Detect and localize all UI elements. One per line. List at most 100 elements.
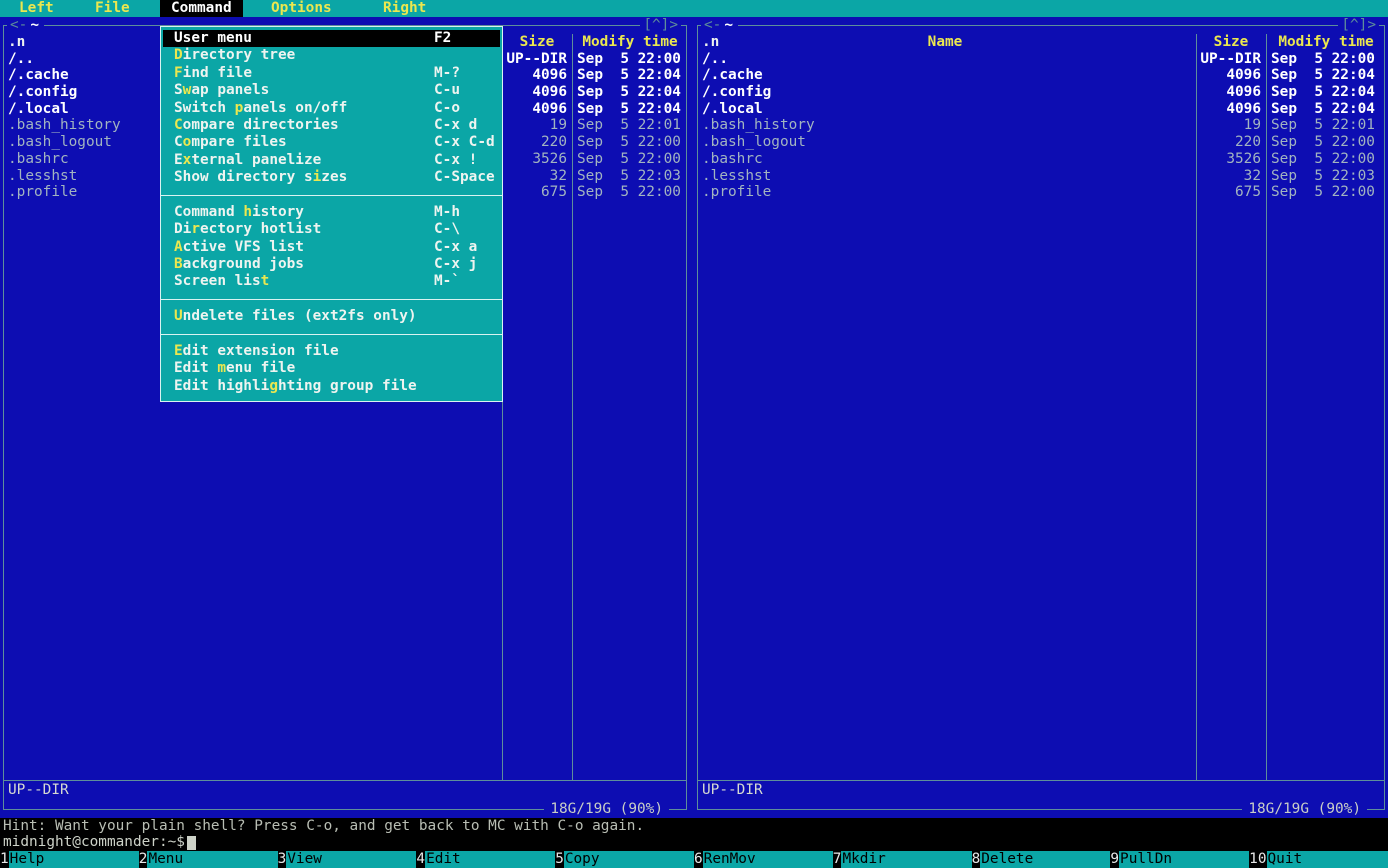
file-name: .lesshst bbox=[694, 168, 1196, 185]
file-row[interactable]: /..UP--DIRSep 5 22:00 bbox=[694, 51, 1388, 68]
menubar-item-command[interactable]: Command bbox=[160, 0, 243, 17]
frame-line bbox=[3, 809, 544, 810]
fkey-8-delete[interactable]: 8Delete bbox=[972, 851, 1111, 868]
file-row[interactable]: .profile675Sep 5 22:00 bbox=[694, 184, 1388, 201]
fkey-label: RenMov bbox=[703, 851, 833, 868]
menubar-item-left[interactable]: Left bbox=[8, 0, 65, 17]
fkey-7-mkdir[interactable]: 7Mkdir bbox=[833, 851, 972, 868]
hotkey-letter: t bbox=[261, 273, 270, 289]
up-directory-icon[interactable]: [^]> bbox=[640, 17, 681, 34]
menu-item-label: Edit highlighting group file bbox=[174, 378, 417, 394]
file-row[interactable]: .bash_history19Sep 5 22:01 bbox=[694, 117, 1388, 134]
file-row[interactable]: /.config4096Sep 5 22:04 bbox=[694, 84, 1388, 101]
fkey-9-pulldn[interactable]: 9PullDn bbox=[1110, 851, 1249, 868]
menubar-item-file[interactable]: File bbox=[84, 0, 141, 17]
fkey-10-quit[interactable]: 10Quit bbox=[1249, 851, 1388, 868]
function-key-bar: 1Help2Menu3View4Edit5Copy6RenMov7Mkdir8D… bbox=[0, 851, 1388, 868]
menu-item-command-history[interactable]: Command historyM-h bbox=[163, 204, 500, 221]
frame-line bbox=[697, 809, 1242, 810]
menu-item-edit-menu-file[interactable]: Edit menu file bbox=[163, 360, 500, 377]
menu-item-compare-files[interactable]: Compare filesC-x C-d bbox=[163, 134, 500, 151]
frame-line bbox=[738, 25, 1338, 26]
file-row[interactable]: /.cache4096Sep 5 22:04 bbox=[694, 67, 1388, 84]
file-row[interactable]: .lesshst32Sep 5 22:03 bbox=[694, 168, 1388, 185]
menu-item-active-vfs-list[interactable]: Active VFS listC-x a bbox=[163, 239, 500, 256]
menu-item-edit-highlighting-group-file[interactable]: Edit highlighting group file bbox=[163, 378, 500, 395]
sort-indicator: .n bbox=[702, 34, 719, 51]
menu-item-switch-panels-on-off[interactable]: Switch panels on/offC-o bbox=[163, 100, 500, 117]
hotkey-letter: x bbox=[183, 152, 192, 168]
menu-item-find-file[interactable]: Find fileM-? bbox=[163, 65, 500, 82]
fkey-number: 6 bbox=[694, 851, 703, 868]
hint-line: Hint: Want your plain shell? Press C-o, … bbox=[3, 818, 644, 835]
column-header-size[interactable]: Size bbox=[1196, 34, 1266, 51]
menubar-item-options[interactable]: Options bbox=[260, 0, 343, 17]
fkey-5-copy[interactable]: 5Copy bbox=[555, 851, 694, 868]
column-header-mtime[interactable]: Modify time bbox=[1266, 34, 1386, 51]
mini-status-divider bbox=[3, 780, 687, 781]
file-row[interactable]: .bash_logout220Sep 5 22:00 bbox=[694, 134, 1388, 151]
menu-item-label: Show directory sizes bbox=[174, 169, 347, 185]
menu-item-show-directory-sizes[interactable]: Show directory sizesC-Space bbox=[163, 169, 500, 186]
file-name: /.cache bbox=[694, 67, 1196, 84]
fkey-number: 9 bbox=[1110, 851, 1119, 868]
hotkey-letter: B bbox=[174, 256, 183, 272]
file-size: 4096 bbox=[1196, 101, 1266, 118]
menu-item-label: Command history bbox=[174, 204, 304, 220]
fkey-label: Mkdir bbox=[841, 851, 971, 868]
column-header-size[interactable]: Size bbox=[502, 34, 572, 51]
fkey-number: 4 bbox=[416, 851, 425, 868]
fkey-number: 8 bbox=[972, 851, 981, 868]
fkey-4-edit[interactable]: 4Edit bbox=[416, 851, 555, 868]
column-header-name[interactable]: Name bbox=[694, 34, 1196, 51]
menu-item-directory-tree[interactable]: Directory tree bbox=[163, 47, 500, 64]
hotkey-letter: A bbox=[174, 239, 183, 255]
file-mtime: Sep 5 22:01 bbox=[1266, 117, 1388, 134]
right-panel: <- ~ [^]> Name .n Size Modify time /..UP… bbox=[694, 17, 1388, 818]
hotkey-letter: D bbox=[174, 47, 183, 63]
menu-item-user-menu[interactable]: User menuF2 bbox=[163, 30, 500, 47]
file-mtime: Sep 5 22:03 bbox=[572, 168, 690, 185]
menu-item-external-panelize[interactable]: External panelizeC-x ! bbox=[163, 152, 500, 169]
file-mtime: Sep 5 22:00 bbox=[1266, 184, 1388, 201]
fkey-3-view[interactable]: 3View bbox=[278, 851, 417, 868]
file-mtime: Sep 5 22:04 bbox=[1266, 101, 1388, 118]
fkey-6-renmov[interactable]: 6RenMov bbox=[694, 851, 833, 868]
history-back-icon[interactable]: <- bbox=[701, 17, 724, 34]
file-size: 4096 bbox=[1196, 67, 1266, 84]
menu-item-directory-hotlist[interactable]: Directory hotlistC-\ bbox=[163, 221, 500, 238]
menu-item-label: User menu bbox=[174, 30, 252, 46]
right-panel-column-headers: Name .n Size Modify time bbox=[694, 34, 1388, 51]
panel-frame-right bbox=[686, 25, 687, 810]
hotkey-letter: w bbox=[183, 82, 192, 98]
file-row[interactable]: /.local4096Sep 5 22:04 bbox=[694, 101, 1388, 118]
midnight-commander-screen: Left File Command Options Right <- ~ [^]> Na… bbox=[0, 0, 1388, 868]
menu-item-edit-extension-file[interactable]: Edit extension file bbox=[163, 343, 500, 360]
column-header-mtime[interactable]: Modify time bbox=[572, 34, 688, 51]
right-mini-status: UP--DIR bbox=[702, 782, 763, 799]
menu-item-background-jobs[interactable]: Background jobsC-x j bbox=[163, 256, 500, 273]
fkey-label: Menu bbox=[147, 851, 277, 868]
menu-item-undelete-files-ext2fs-only[interactable]: Undelete files (ext2fs only) bbox=[163, 308, 500, 325]
menu-item-label: Edit extension file bbox=[174, 343, 339, 359]
history-back-icon[interactable]: <- bbox=[7, 17, 30, 34]
file-size: 3526 bbox=[1196, 151, 1266, 168]
menubar-item-right[interactable]: Right bbox=[372, 0, 437, 17]
fkey-number: 2 bbox=[139, 851, 148, 868]
right-panel-top-border: <- ~ [^]> bbox=[697, 17, 1385, 34]
fkey-2-menu[interactable]: 2Menu bbox=[139, 851, 278, 868]
file-size: UP--DIR bbox=[1196, 51, 1266, 68]
file-row[interactable]: .bashrc3526Sep 5 22:00 bbox=[694, 151, 1388, 168]
command-line[interactable]: midnight@commander:~$ bbox=[3, 834, 196, 851]
menu-item-screen-list[interactable]: Screen listM-` bbox=[163, 273, 500, 290]
menu-item-label: Compare files bbox=[174, 134, 287, 150]
menu-item-compare-directories[interactable]: Compare directoriesC-x d bbox=[163, 117, 500, 134]
right-panel-path[interactable]: ~ bbox=[724, 17, 738, 34]
fkey-1-help[interactable]: 1Help bbox=[0, 851, 139, 868]
left-panel-bottom-border: 18G/19G (90%) bbox=[3, 801, 687, 818]
menu-item-swap-panels[interactable]: Swap panelsC-u bbox=[163, 82, 500, 99]
menu-item-label: Directory hotlist bbox=[174, 221, 321, 237]
hotkey-letter: o bbox=[183, 134, 192, 150]
up-directory-icon[interactable]: [^]> bbox=[1338, 17, 1379, 34]
left-panel-path[interactable]: ~ bbox=[30, 17, 44, 34]
